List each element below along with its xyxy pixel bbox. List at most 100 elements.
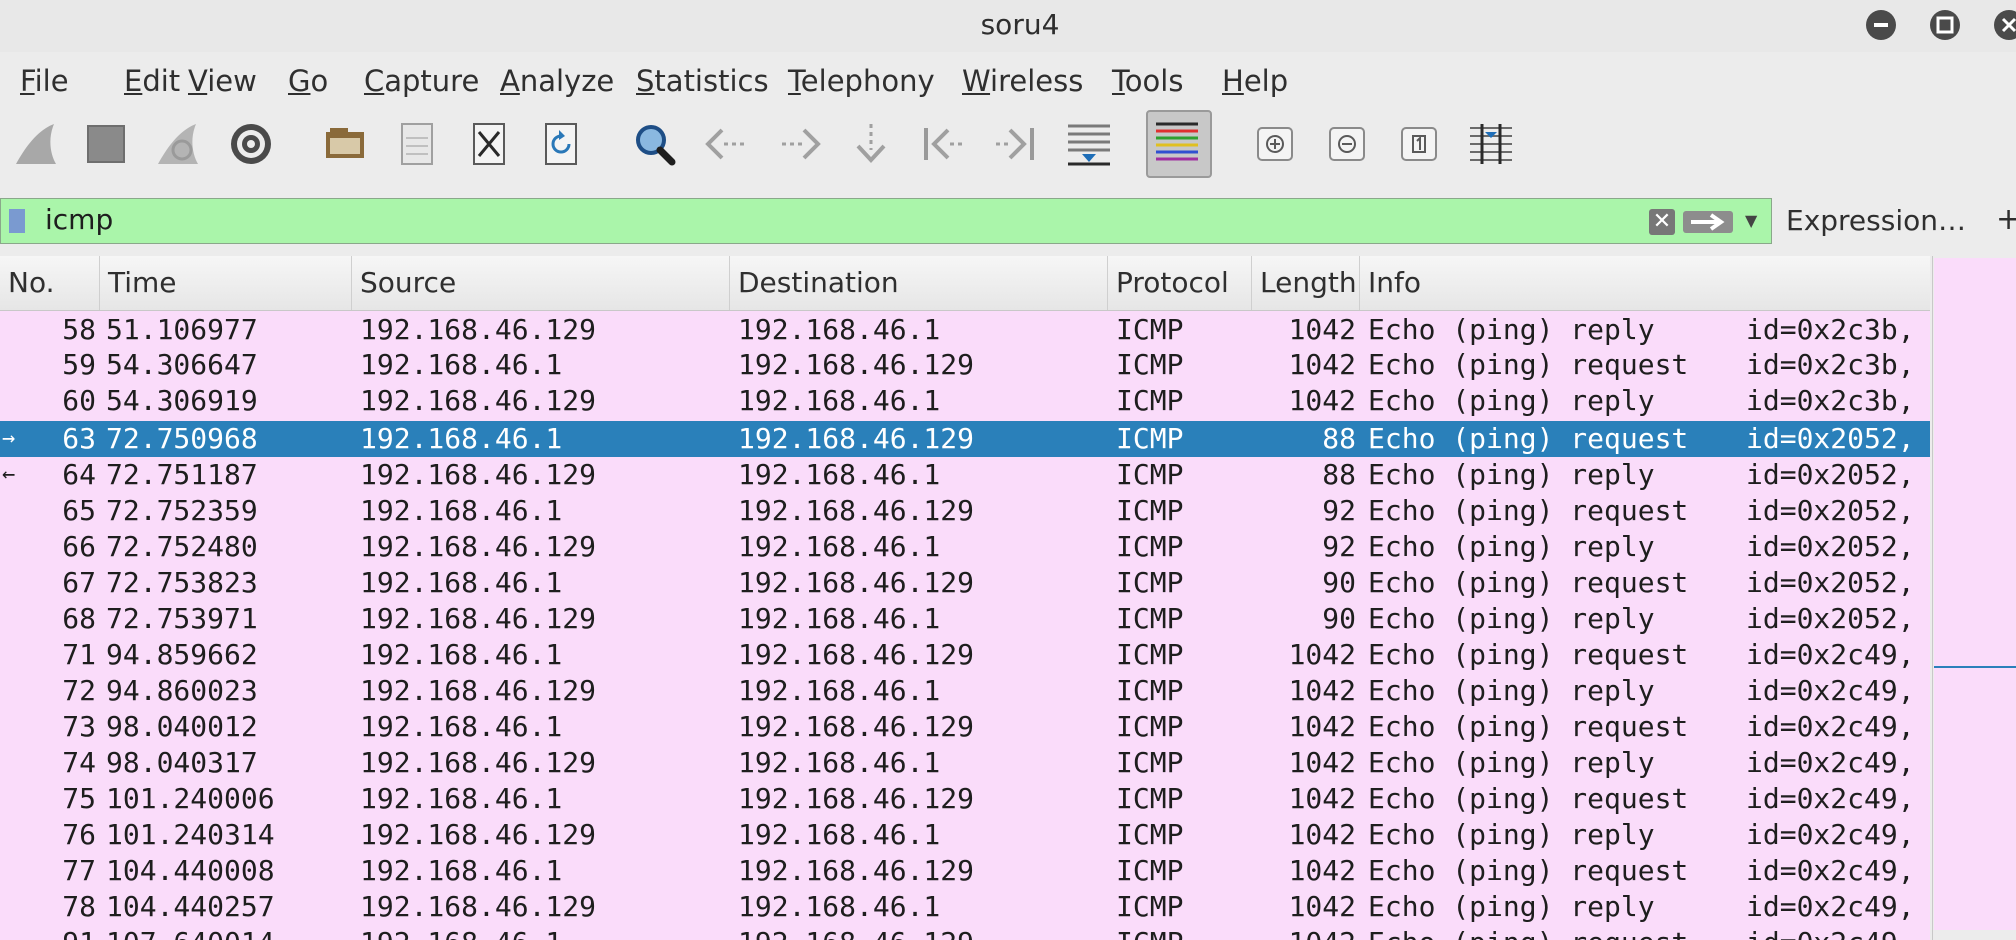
save-file-button[interactable] (390, 116, 444, 172)
window-title: soru4 (980, 8, 1060, 41)
table-row[interactable]: 77 104.440008 192.168.46.1 192.168.46.129 IC… (0, 853, 1930, 889)
filter-history-dropdown[interactable]: ▼ (1745, 211, 1757, 230)
apply-filter-button[interactable] (1683, 211, 1733, 233)
cell-protocol: ICMP (1116, 854, 1184, 887)
cell-info-id: id=0x2c49, (1746, 818, 1915, 851)
table-row[interactable]: 60 54.306919 192.168.46.129 192.168.46.1 ICM… (0, 383, 1930, 419)
autoscroll-button[interactable] (1062, 116, 1116, 172)
cell-length: 1042 (1288, 348, 1356, 381)
go-forward-button[interactable] (772, 116, 826, 172)
normal-size-icon (1401, 127, 1437, 161)
bookmark-icon[interactable] (9, 209, 25, 233)
reload-file-button[interactable] (534, 116, 588, 172)
last-packet-button[interactable] (988, 116, 1042, 172)
column-header-destination[interactable]: Destination (730, 256, 1108, 310)
table-row[interactable]: 68 72.753971 192.168.46.129 192.168.46.1 ICM… (0, 601, 1930, 637)
column-header-protocol[interactable]: Protocol (1108, 256, 1252, 310)
column-header-time[interactable]: Time (100, 256, 352, 310)
resize-columns-button[interactable] (1464, 116, 1518, 172)
menu-file[interactable]: File (20, 64, 69, 98)
cell-source: 192.168.46.1 (360, 348, 563, 381)
menu-capture[interactable]: Capture (364, 64, 479, 98)
menu-tools[interactable]: Tools (1112, 64, 1183, 98)
table-row[interactable]: 58 51.106977 192.168.46.129 192.168.46.1 ICM… (0, 312, 1930, 348)
cell-no: 63 (62, 422, 96, 455)
display-filter-input[interactable]: icmp (45, 203, 113, 236)
column-header-source[interactable]: Source (352, 256, 730, 310)
clear-filter-button[interactable]: ✕ (1649, 209, 1675, 235)
cell-source: 192.168.46.1 (360, 854, 563, 887)
close-window-button[interactable] (1994, 10, 2016, 40)
table-row[interactable]: 71 94.859662 192.168.46.1 192.168.46.129 ICM… (0, 637, 1930, 673)
cell-source: 192.168.46.1 (360, 710, 563, 743)
menu-help[interactable]: Help (1222, 64, 1288, 98)
cell-length: 1042 (1288, 782, 1356, 815)
open-file-button[interactable] (318, 116, 372, 172)
cell-protocol: ICMP (1116, 710, 1184, 743)
table-row[interactable]: 66 72.752480 192.168.46.129 192.168.46.1 ICM… (0, 529, 1930, 565)
menu-edit[interactable]: Edit (124, 64, 180, 98)
find-packet-button[interactable] (628, 116, 682, 172)
cell-source: 192.168.46.1 (360, 422, 563, 455)
capture-options-button[interactable] (224, 116, 278, 172)
cell-source: 192.168.46.129 (360, 818, 597, 851)
cell-source: 192.168.46.1 (360, 638, 563, 671)
menu-telephony[interactable]: Telephony (788, 64, 935, 98)
cell-no: 71 (62, 638, 96, 671)
start-capture-button[interactable] (10, 116, 64, 172)
table-row[interactable]: 65 72.752359 192.168.46.1 192.168.46.129 ICM… (0, 493, 1930, 529)
colorize-button[interactable] (1146, 110, 1212, 178)
zoom-out-button[interactable] (1320, 116, 1374, 172)
table-row-selected[interactable]: 63 72.750968 192.168.46.1 192.168.46.129 ICM… (0, 421, 1930, 457)
table-row[interactable]: 78 104.440257 192.168.46.129 192.168.46.1 IC… (0, 889, 1930, 925)
menu-statistics[interactable]: Statistics (636, 64, 769, 98)
table-row[interactable]: 75 101.240006 192.168.46.1 192.168.46.129 IC… (0, 781, 1930, 817)
normal-size-button[interactable] (1392, 116, 1446, 172)
cell-info-id: id=0x2c49, (1746, 710, 1915, 743)
reload-file-icon (545, 123, 577, 165)
close-file-button[interactable] (462, 116, 516, 172)
table-row[interactable]: 74 98.040317 192.168.46.129 192.168.46.1 ICM… (0, 745, 1930, 781)
restart-capture-button[interactable] (152, 116, 206, 172)
add-filter-button[interactable]: + (1996, 202, 2016, 237)
cell-no: 76 (62, 818, 96, 851)
table-row[interactable]: 73 98.040012 192.168.46.1 192.168.46.129 ICM… (0, 709, 1930, 745)
minimize-button[interactable] (1866, 10, 1896, 40)
zoom-in-button[interactable] (1248, 116, 1302, 172)
cell-source: 192.168.46.129 (360, 458, 597, 491)
main-toolbar (0, 108, 2016, 188)
menu-view[interactable]: View (188, 64, 257, 98)
menu-wireless[interactable]: Wireless (962, 64, 1083, 98)
column-header-length[interactable]: Length (1252, 256, 1360, 310)
cell-info-id: id=0x2c49, (1746, 782, 1915, 815)
expression-button[interactable]: Expression… (1786, 204, 1966, 237)
table-row[interactable]: 67 72.753823 192.168.46.1 192.168.46.129 ICM… (0, 565, 1930, 601)
cell-length: 1042 (1288, 818, 1356, 851)
resize-columns-icon (1470, 124, 1512, 164)
cell-no: 58 (62, 313, 96, 346)
shark-fin-start-icon (16, 124, 56, 164)
maximize-button[interactable] (1930, 10, 1960, 40)
table-row[interactable]: 72 94.860023 192.168.46.129 192.168.46.1 ICM… (0, 673, 1930, 709)
menu-go[interactable]: Go (288, 64, 328, 98)
table-row[interactable]: 91 107.640014 192.168.46.1 192.168.46.129 IC… (0, 925, 1930, 940)
go-to-packet-icon (856, 124, 886, 163)
cell-length: 1042 (1288, 710, 1356, 743)
table-row[interactable]: 64 72.751187 192.168.46.129 192.168.46.1 ICM… (0, 457, 1930, 493)
packet-list-header: No. Time Source Destination Protocol Len… (0, 256, 1930, 311)
go-back-button[interactable] (700, 116, 754, 172)
go-to-packet-button[interactable] (844, 116, 898, 172)
column-header-info[interactable]: Info (1360, 256, 1930, 310)
table-row[interactable]: 76 101.240314 192.168.46.129 192.168.46.1 IC… (0, 817, 1930, 853)
title-bar: soru4 (0, 0, 2016, 52)
cell-destination: 192.168.46.129 (738, 566, 975, 599)
column-header-no[interactable]: No. (0, 256, 100, 310)
menu-analyze[interactable]: Analyze (500, 64, 614, 98)
cell-protocol: ICMP (1116, 638, 1184, 671)
first-packet-button[interactable] (916, 116, 970, 172)
cell-info: Echo (ping) reply (1368, 818, 1655, 851)
packet-minimap[interactable] (1934, 258, 2016, 930)
table-row[interactable]: 59 54.306647 192.168.46.1 192.168.46.129 ICM… (0, 347, 1930, 383)
stop-capture-button[interactable] (80, 116, 134, 172)
cell-protocol: ICMP (1116, 782, 1184, 815)
